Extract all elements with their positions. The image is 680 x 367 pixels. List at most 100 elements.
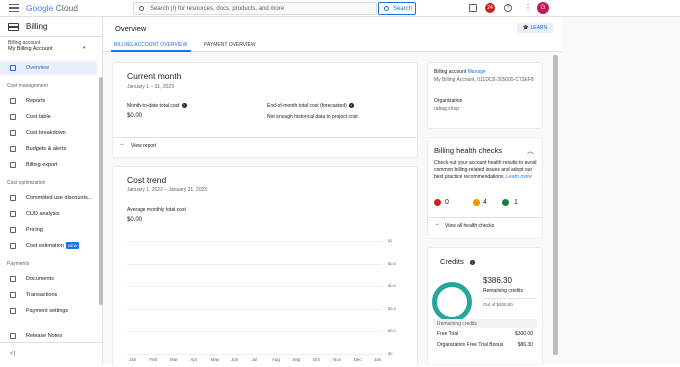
chart-gridline xyxy=(127,354,382,355)
y-tick-label: $1 xyxy=(388,238,393,243)
help-icon[interactable]: ? xyxy=(181,103,187,108)
help-icon[interactable]: ? xyxy=(469,260,475,265)
credits-donut-chart xyxy=(432,282,472,322)
sidebar-item-committed-use[interactable]: Committed use discounts... xyxy=(0,191,97,205)
x-tick-label: Aug xyxy=(271,357,280,362)
cost-trend-title: Cost trend xyxy=(127,175,167,185)
check-icon xyxy=(502,199,509,206)
section-cost-management: Cost management xyxy=(7,83,48,89)
sidebar-item-cost-breakdown[interactable]: Cost breakdown xyxy=(0,126,97,140)
history-icon xyxy=(10,292,16,298)
more-vert-icon[interactable]: ⋮ xyxy=(524,4,532,12)
budget-icon xyxy=(10,146,16,152)
x-tick-label: Jan xyxy=(374,357,382,362)
collapse-sidebar-icon[interactable]: <| xyxy=(10,351,15,357)
tab-payment-overview[interactable]: PAYMENT OVERVIEW xyxy=(204,42,256,48)
organization-label: Organization xyxy=(434,98,463,104)
x-tick-label: Dec xyxy=(353,357,362,362)
tab-billing-account-overview[interactable]: BILLING ACCOUNT OVERVIEW xyxy=(114,42,187,48)
sidebar-item-cost-table[interactable]: Cost table xyxy=(0,110,97,124)
current-month-card: Current month January 1 – 31, 2023 Month… xyxy=(113,63,417,157)
menu-icon[interactable] xyxy=(9,4,19,12)
help-icon[interactable]: ? xyxy=(504,4,512,12)
sidebar-header: Billing xyxy=(0,17,102,37)
avg-cost-value: $0.00 xyxy=(127,217,143,223)
view-report-link[interactable]: View report xyxy=(131,143,156,149)
notifications-badge[interactable]: 24 xyxy=(485,3,495,13)
y-tick-label: $0.6 xyxy=(388,283,396,289)
current-month-range: January 1 – 31, 2023 xyxy=(127,84,174,90)
search-input[interactable]: Search (/) for resources, docs, products… xyxy=(133,2,377,15)
x-tick-label: Mar xyxy=(169,357,178,362)
billing-icon xyxy=(8,23,19,31)
eom-label: End-of-month total cost (forecasted)? xyxy=(267,103,354,109)
x-tick-label: Nov xyxy=(333,357,342,362)
x-tick-label: Jan xyxy=(129,357,137,362)
page-title: Overview xyxy=(115,24,147,33)
sidebar-item-reports[interactable]: Reports xyxy=(0,94,97,108)
learn-more-link[interactable]: Learn more xyxy=(506,174,532,180)
help-icon[interactable]: ? xyxy=(348,103,354,108)
organization-value: rabag.shop xyxy=(434,106,460,112)
billing-account-selector[interactable]: Billing account My Billing Account xyxy=(8,40,53,52)
avatar[interactable]: G xyxy=(537,2,549,14)
view-all-health-checks-link[interactable]: View all health checks xyxy=(445,223,494,229)
cost-trend-card: Cost trend January 1, 2022 – January 31,… xyxy=(113,167,417,367)
y-tick-label: $0.4 xyxy=(388,305,396,311)
sidebar-item-cost-estimation[interactable]: Cost estimation NEW xyxy=(0,239,97,253)
y-tick-label: $0.8 xyxy=(388,260,396,266)
sidebar-item-pricing[interactable]: Pricing xyxy=(0,223,97,237)
billing-health-card: Billing health checks ︿ Check out your a… xyxy=(428,138,542,238)
y-tick-label: $0 xyxy=(388,351,393,356)
chart-gridline xyxy=(127,308,382,310)
cloud-shell-icon[interactable] xyxy=(469,4,477,12)
billing-account-card: Billing account Manage My Billing Accoun… xyxy=(428,63,542,128)
sidebar-item-budgets-alerts[interactable]: Budgets & alerts xyxy=(0,142,97,156)
main-scrollbar[interactable] xyxy=(553,55,558,355)
section-cost-optimization: Cost optimization xyxy=(7,180,46,186)
passed-count: 1 xyxy=(514,199,518,206)
section-payments: Payments xyxy=(7,261,30,267)
mtd-label: Month-to-date total cost? xyxy=(127,103,187,109)
bar-chart-icon xyxy=(10,98,16,104)
credits-row: Organization Free Trial Bonus xyxy=(437,342,504,348)
credits-amount: $386.30 xyxy=(483,276,512,285)
chevron-down-icon[interactable]: ▾ xyxy=(83,45,86,51)
avg-cost-label: Average monthly total cost xyxy=(127,207,186,213)
sidebar-item-release-notes[interactable]: Release Notes xyxy=(0,329,97,343)
eom-value: Not enough historical data to project co… xyxy=(267,114,358,120)
x-tick-label: Apr xyxy=(190,357,198,362)
credits-divider xyxy=(483,298,537,299)
x-tick-label: Feb xyxy=(149,357,158,362)
tab-bar: BILLING ACCOUNT OVERVIEW PAYMENT OVERVIE… xyxy=(103,38,562,52)
credits-row: Free Trial $300.00 xyxy=(437,331,533,337)
sidebar-item-cud-analysis[interactable]: CUD analysis xyxy=(0,207,97,221)
sidebar-item-transactions[interactable]: Transactions xyxy=(0,288,97,302)
credits-title: Credits? xyxy=(440,257,475,266)
chevron-up-icon[interactable]: ︿ xyxy=(527,146,534,156)
learn-button[interactable]: 🎓 LEARN xyxy=(517,23,553,33)
credits-out-of: Out of $400.00 xyxy=(483,302,513,307)
y-tick-label: $0.2 xyxy=(388,328,396,334)
mtd-value: $0.00 xyxy=(127,113,143,119)
arrow-right-icon: → xyxy=(119,141,125,147)
chart-gridline xyxy=(127,286,382,288)
search-icon xyxy=(384,6,389,11)
tag-icon xyxy=(10,227,16,233)
sidebar-item-documents[interactable]: Documents xyxy=(0,272,97,286)
sidebar-title: Billing xyxy=(26,22,48,31)
settings-icon xyxy=(10,308,16,314)
sidebar-item-billing-export[interactable]: Billing export xyxy=(0,158,97,172)
manage-link[interactable]: Manage xyxy=(468,69,486,75)
school-icon: 🎓 xyxy=(522,25,530,31)
google-cloud-logo[interactable]: Google Cloud xyxy=(26,3,78,13)
sidebar-item-overview[interactable]: Overview xyxy=(0,61,97,75)
search-button[interactable]: Search xyxy=(378,2,416,15)
active-tab-indicator xyxy=(111,50,191,52)
page-header: Overview 🎓 LEARN xyxy=(103,17,562,38)
recommendation-count: 4 xyxy=(483,199,487,206)
dashboard-icon xyxy=(10,65,16,71)
credits-table-header: Remaining credits xyxy=(433,319,537,328)
billing-account-name: My Billing Account, 011DC8-305095-C73EF8 xyxy=(434,77,534,83)
sidebar-item-payment-settings[interactable]: Payment settings xyxy=(0,304,97,318)
